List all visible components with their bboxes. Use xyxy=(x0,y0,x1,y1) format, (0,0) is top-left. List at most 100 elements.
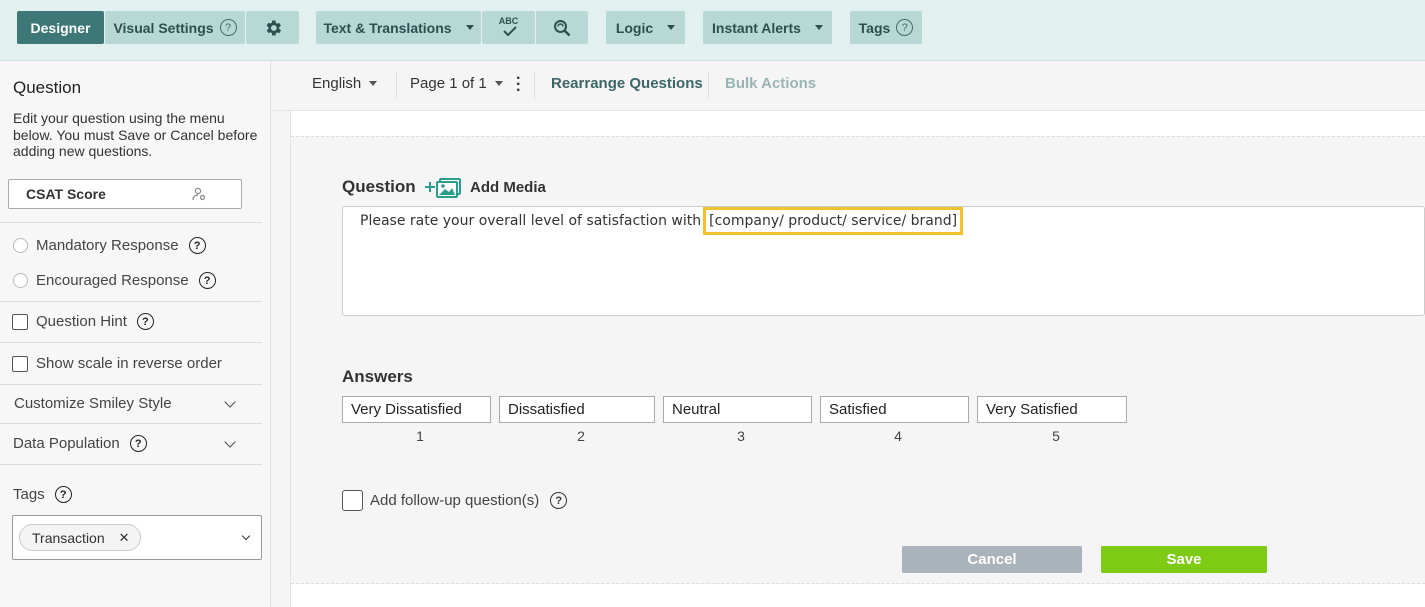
question-name-field[interactable]: CSAT Score xyxy=(8,179,242,209)
help-icon[interactable]: ? xyxy=(54,486,72,503)
divider xyxy=(0,342,262,343)
radio-button[interactable] xyxy=(13,238,28,253)
visual-settings-tab[interactable]: Visual Settings ? xyxy=(105,11,245,44)
chevron-down-icon xyxy=(465,25,474,30)
save-button[interactable]: Save xyxy=(1101,546,1267,573)
answer-value: 2 xyxy=(577,428,585,444)
sidebar-description: Edit your question using the menu below.… xyxy=(13,110,258,159)
question-hint-label: Question Hint xyxy=(36,313,127,330)
question-name-value: CSAT Score xyxy=(26,186,106,202)
logic-label: Logic xyxy=(615,19,654,36)
checkbox[interactable] xyxy=(12,355,28,372)
tags-label: Tags xyxy=(13,486,45,503)
divider xyxy=(0,423,262,424)
text-translations-menu[interactable]: Text & Translations xyxy=(316,11,481,44)
encouraged-response-option[interactable]: Encouraged Response ? xyxy=(13,272,216,289)
chevron-down-icon[interactable] xyxy=(241,531,251,541)
page-label: Page 1 of 1 xyxy=(410,75,487,92)
divider xyxy=(0,384,262,385)
help-icon[interactable]: ? xyxy=(188,237,206,254)
tags-section-label: Tags ? xyxy=(13,486,72,503)
reverse-scale-label: Show scale in reverse order xyxy=(36,355,222,372)
chevron-down-icon xyxy=(369,81,378,86)
user-settings-icon[interactable] xyxy=(192,187,206,201)
help-icon[interactable]: ? xyxy=(129,435,147,452)
divider xyxy=(708,71,709,99)
help-icon[interactable]: ? xyxy=(219,19,237,36)
encouraged-response-label: Encouraged Response xyxy=(36,272,189,289)
answer-input[interactable]: Very Dissatisfied xyxy=(342,396,491,423)
help-icon[interactable]: ? xyxy=(896,19,914,36)
spellcheck-button[interactable]: ABC xyxy=(482,11,535,44)
tag-chip: Transaction ✕ xyxy=(19,524,141,551)
page-select[interactable]: Page 1 of 1 xyxy=(410,75,503,92)
question-editor-panel xyxy=(291,136,1425,584)
answer-input[interactable]: Very Satisfied xyxy=(977,396,1127,423)
visual-settings-label: Visual Settings xyxy=(113,19,214,36)
divider xyxy=(0,222,262,223)
more-options-icon[interactable]: · · · xyxy=(516,71,521,99)
question-text: Please rate your overall level of satisf… xyxy=(360,207,964,235)
divider xyxy=(0,464,262,465)
answer-input[interactable]: Dissatisfied xyxy=(499,396,655,423)
add-media-button[interactable]: Add Media xyxy=(424,176,546,198)
settings-button[interactable] xyxy=(246,11,299,44)
question-text-prefix: Please rate your overall level of satisf… xyxy=(360,213,702,229)
question-text-input[interactable]: Please rate your overall level of satisf… xyxy=(342,206,1425,316)
answer-input[interactable]: Satisfied xyxy=(820,396,969,423)
instant-alerts-menu[interactable]: Instant Alerts xyxy=(703,11,832,44)
logic-menu[interactable]: Logic xyxy=(606,11,685,44)
highlighted-placeholder: [company/ product/ service/ brand] xyxy=(703,207,964,235)
divider xyxy=(0,301,262,302)
tag-chip-label: Transaction xyxy=(32,529,105,546)
instant-alerts-label: Instant Alerts xyxy=(712,19,801,36)
answer-input[interactable]: Neutral xyxy=(663,396,812,423)
help-icon[interactable]: ? xyxy=(550,492,568,509)
find-replace-button[interactable] xyxy=(536,11,588,44)
checkbox[interactable] xyxy=(342,490,363,511)
help-icon[interactable]: ? xyxy=(136,313,154,330)
cancel-button[interactable]: Cancel xyxy=(902,546,1082,573)
divider xyxy=(396,71,397,99)
close-icon[interactable]: ✕ xyxy=(119,530,130,546)
rearrange-questions-link[interactable]: Rearrange Questions xyxy=(551,75,703,92)
top-toolbar: Designer Visual Settings ? Text & Transl… xyxy=(0,0,1425,61)
answer-value: 1 xyxy=(416,428,424,444)
tags-button[interactable]: Tags ? xyxy=(850,11,922,44)
chevron-down-icon[interactable] xyxy=(224,436,236,448)
divider xyxy=(534,71,535,99)
customize-smiley-label: Customize Smiley Style xyxy=(14,395,172,412)
reverse-scale-option[interactable]: Show scale in reverse order xyxy=(12,355,222,372)
designer-tab[interactable]: Designer xyxy=(17,11,104,44)
language-select[interactable]: English xyxy=(312,75,378,92)
search-refresh-icon xyxy=(554,19,571,36)
question-sidebar: Question Edit your question using the me… xyxy=(0,61,271,607)
checkbox[interactable] xyxy=(12,313,28,330)
checkmark-icon xyxy=(502,26,517,36)
gear-icon xyxy=(266,20,281,35)
bulk-actions-link: Bulk Actions xyxy=(725,75,817,92)
language-label: English xyxy=(312,75,362,92)
text-translations-label: Text & Translations xyxy=(323,19,452,36)
data-population-accordion[interactable]: Data Population ? xyxy=(13,435,147,452)
chevron-down-icon xyxy=(814,25,823,30)
chevron-down-icon xyxy=(667,25,676,30)
data-population-label: Data Population xyxy=(13,435,120,452)
answer-value: 4 xyxy=(894,428,902,444)
mandatory-response-option[interactable]: Mandatory Response ? xyxy=(13,237,206,254)
chevron-down-icon xyxy=(494,81,503,86)
help-icon[interactable]: ? xyxy=(198,272,216,289)
mandatory-response-label: Mandatory Response xyxy=(36,237,179,254)
customize-smiley-accordion[interactable]: Customize Smiley Style xyxy=(14,395,254,412)
question-hint-option[interactable]: Question Hint ? xyxy=(12,313,154,330)
tags-select[interactable]: Transaction ✕ xyxy=(12,515,262,560)
add-media-icon xyxy=(425,178,461,198)
answers-label: Answers xyxy=(342,367,413,386)
sidebar-title: Question xyxy=(13,78,82,97)
radio-button[interactable] xyxy=(13,273,28,288)
answer-value: 5 xyxy=(1052,428,1060,444)
spellcheck-icon: ABC xyxy=(498,16,519,26)
follow-up-option[interactable]: Add follow-up question(s) ? xyxy=(342,490,568,511)
add-media-label: Add Media xyxy=(470,178,546,196)
answer-value: 3 xyxy=(737,428,745,444)
